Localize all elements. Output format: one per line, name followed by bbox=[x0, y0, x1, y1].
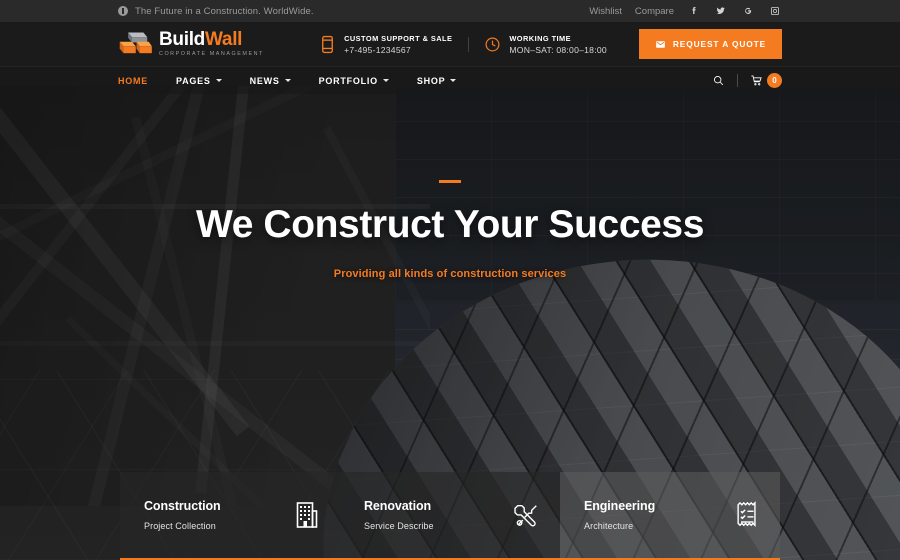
building-icon bbox=[294, 501, 320, 529]
hero-accent-dash bbox=[439, 180, 461, 183]
top-bar: The Future in a Construction. WorldWide.… bbox=[0, 0, 900, 22]
nav-item-news[interactable]: NEWS bbox=[236, 76, 305, 86]
header-info-support: CUSTOM SUPPORT & SALE +7-495-1234567 bbox=[303, 34, 468, 55]
tools-icon bbox=[514, 501, 540, 529]
nav-item-portfolio[interactable]: PORTFOLIO bbox=[305, 76, 403, 86]
nav-item-portfolio-label: PORTFOLIO bbox=[318, 75, 378, 86]
service-card-renovation-text: Renovation Service Describe bbox=[364, 499, 514, 531]
hours-detail: MON–SAT: 08:00–18:00 bbox=[509, 44, 607, 55]
service-card-engineering[interactable]: Engineering Architecture bbox=[560, 472, 780, 560]
hero-subtitle: Providing all kinds of construction serv… bbox=[333, 268, 567, 280]
nav-actions: 0 bbox=[712, 73, 782, 88]
service-card-construction[interactable]: Construction Project Collection bbox=[120, 472, 340, 560]
request-a-quote-label: REQUEST A QUOTE bbox=[672, 39, 766, 49]
logo-accent-text: Wall bbox=[205, 29, 243, 51]
cart-count-badge: 0 bbox=[767, 73, 782, 88]
logo-tagline: CORPORATE MANAGEMENT bbox=[159, 51, 264, 58]
compare-link[interactable]: Compare bbox=[635, 6, 674, 17]
instagram-icon[interactable] bbox=[768, 4, 782, 18]
top-bar-links-group: Wishlist Compare bbox=[589, 4, 782, 18]
chevron-down-icon bbox=[215, 79, 222, 82]
service-card-engineering-text: Engineering Architecture bbox=[584, 499, 734, 531]
top-bar-tagline: The Future in a Construction. WorldWide. bbox=[135, 5, 314, 17]
logo-primary-text: Build bbox=[159, 29, 205, 51]
service-card-renovation[interactable]: Renovation Service Describe bbox=[340, 472, 560, 560]
top-bar-tagline-group: The Future in a Construction. WorldWide. bbox=[118, 6, 314, 17]
nav-item-shop-label: SHOP bbox=[416, 75, 446, 86]
nav-item-news-label: NEWS bbox=[249, 75, 280, 86]
service-card-renovation-subtitle: Service Describe bbox=[364, 521, 434, 531]
nav-divider bbox=[737, 74, 738, 87]
service-card-construction-title: Construction bbox=[144, 499, 221, 513]
logo-wordmark: BuildWall bbox=[159, 30, 264, 49]
nav-item-shop[interactable]: SHOP bbox=[403, 76, 471, 86]
cart-icon bbox=[750, 74, 763, 87]
google-plus-icon[interactable] bbox=[741, 4, 755, 18]
cart-button[interactable]: 0 bbox=[750, 73, 782, 88]
page-root: The Future in a Construction. WorldWide.… bbox=[0, 0, 900, 560]
nav-item-home-label: HOME bbox=[118, 75, 148, 86]
chevron-down-icon bbox=[284, 79, 291, 82]
nav-item-home[interactable]: HOME bbox=[118, 76, 162, 86]
nav-item-pages[interactable]: PAGES bbox=[162, 76, 236, 86]
hero-title: We Construct Your Success bbox=[196, 203, 704, 246]
phone-icon bbox=[319, 35, 336, 54]
chevron-down-icon bbox=[450, 79, 457, 82]
search-icon[interactable] bbox=[712, 74, 725, 87]
twitter-icon[interactable] bbox=[714, 4, 728, 18]
header-info-group: CUSTOM SUPPORT & SALE +7-495-1234567 WOR… bbox=[303, 29, 782, 59]
clipboard-icon bbox=[734, 501, 760, 529]
header-info-hours: WORKING TIME MON–SAT: 08:00–18:00 bbox=[468, 34, 623, 55]
service-card-renovation-title: Renovation bbox=[364, 499, 432, 513]
support-phone: +7-495-1234567 bbox=[344, 44, 411, 55]
main-navigation: HOME PAGES NEWS PORTFOLIO SHOP 0 bbox=[0, 66, 900, 94]
service-cards: Construction Project Collection Renovati… bbox=[120, 472, 780, 560]
request-a-quote-button[interactable]: REQUEST A QUOTE bbox=[638, 29, 782, 59]
logo-blocks-icon bbox=[118, 31, 152, 57]
hero-section: We Construct Your Success Providing all … bbox=[0, 180, 900, 280]
chevron-down-icon bbox=[382, 79, 389, 82]
support-title: CUSTOM SUPPORT & SALE bbox=[344, 33, 453, 43]
clock-icon bbox=[484, 35, 501, 54]
nav-menu: HOME PAGES NEWS PORTFOLIO SHOP bbox=[118, 76, 470, 86]
envelope-icon bbox=[655, 39, 666, 50]
service-card-engineering-title: Engineering bbox=[584, 499, 656, 513]
site-logo[interactable]: BuildWall CORPORATE MANAGEMENT bbox=[118, 30, 264, 57]
wishlist-link[interactable]: Wishlist bbox=[589, 6, 622, 17]
facebook-icon[interactable] bbox=[687, 4, 701, 18]
service-card-construction-text: Construction Project Collection bbox=[144, 499, 294, 531]
header-info-hours-text: WORKING TIME MON–SAT: 08:00–18:00 bbox=[509, 34, 607, 55]
header-info-support-text: CUSTOM SUPPORT & SALE +7-495-1234567 bbox=[344, 34, 452, 55]
service-card-engineering-subtitle: Architecture bbox=[584, 521, 634, 531]
service-card-construction-subtitle: Project Collection bbox=[144, 521, 216, 531]
site-header: BuildWall CORPORATE MANAGEMENT CUSTOM SU… bbox=[0, 22, 900, 66]
nav-item-pages-label: PAGES bbox=[176, 75, 211, 86]
logo-text-group: BuildWall CORPORATE MANAGEMENT bbox=[159, 30, 264, 57]
clock-icon bbox=[118, 6, 128, 16]
hours-title: WORKING TIME bbox=[509, 33, 572, 43]
